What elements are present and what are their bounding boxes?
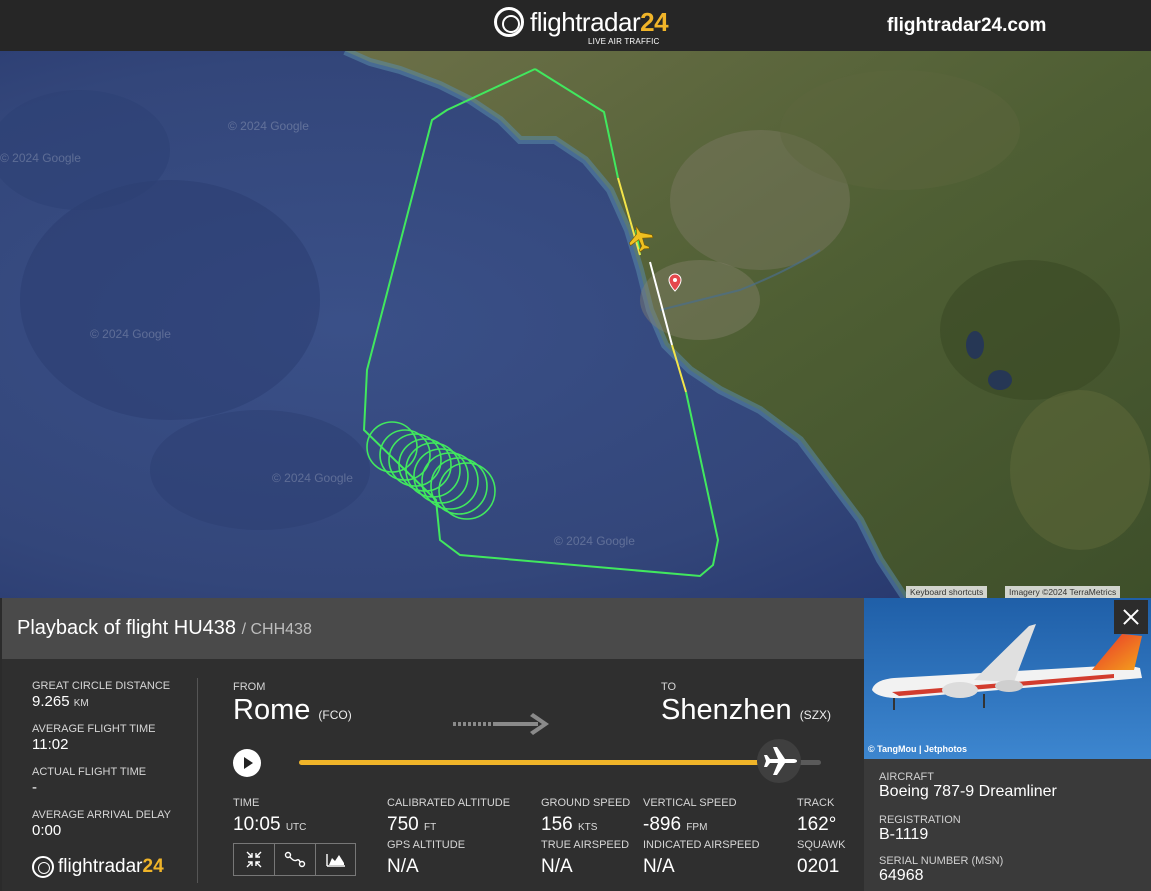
callsign: / CHH438: [241, 621, 312, 638]
footer-logo[interactable]: flightradar24: [32, 856, 164, 878]
logo-text: flightradar24: [530, 7, 669, 37]
site-url[interactable]: flightradar24.com: [887, 15, 1046, 37]
keyboard-shortcuts-link[interactable]: Keyboard shortcuts: [906, 586, 988, 598]
stat-distance: GREAT CIRCLE DISTANCE 9.265 KM: [32, 680, 171, 710]
aircraft-label: AIRCRAFT: [879, 771, 934, 783]
route-arrow-icon: [453, 713, 549, 735]
map-watermark: © 2024 Google: [554, 534, 635, 548]
aircraft-panel: © TangMou | Jetphotos AIRCRAFT Boeing 78…: [864, 598, 1151, 891]
map-watermark: © 2024 Google: [228, 119, 309, 133]
map-watermark: © 2024 Google: [272, 471, 353, 485]
track-label: TRACK: [797, 797, 835, 809]
indicated-airspeed-value: N/A: [643, 856, 675, 877]
squawk-value: 0201: [797, 856, 840, 877]
to-label: TO: [661, 681, 677, 693]
ground-speed-label: GROUND SPEED: [541, 797, 631, 809]
playback-progress: [299, 760, 779, 765]
map-view[interactable]: © 2024 Google © 2024 Google © 2024 Googl…: [0, 51, 1151, 598]
ground-speed-value: 156 KTS: [541, 814, 598, 835]
playback-slider[interactable]: [299, 760, 821, 765]
playback-title: Playback of flight HU438 / CHH438: [17, 617, 312, 639]
chart-icon: [326, 854, 345, 867]
serial-value: 64968: [879, 867, 924, 884]
play-button[interactable]: [233, 749, 261, 777]
stat-avg-arrival-delay: AVERAGE ARRIVAL DELAY 0:00: [32, 809, 171, 839]
top-bar: flightradar24 LIVE AIR TRAFFIC flightrad…: [0, 0, 1151, 51]
aircraft-value: Boeing 787-9 Dreamliner: [879, 783, 1057, 800]
time-value: 10:05 UTC: [233, 814, 307, 835]
imagery-attribution: Imagery ©2024 TerraMetrics: [1005, 586, 1121, 598]
squawk-label: SQUAWK: [797, 839, 846, 851]
indicated-airspeed-label: INDICATED AIRSPEED: [643, 839, 760, 851]
time-label: TIME: [233, 797, 260, 809]
aircraft-photo[interactable]: © TangMou | Jetphotos: [864, 598, 1151, 759]
altitude-chart-button[interactable]: [316, 844, 356, 875]
playback-handle[interactable]: [757, 739, 801, 783]
calibrated-altitude-label: CALIBRATED ALTITUDE: [387, 797, 511, 809]
close-button[interactable]: [1114, 600, 1148, 634]
track-value: 162°: [797, 814, 837, 835]
radar-icon: [32, 856, 54, 878]
logo-tagline: LIVE AIR TRAFFIC: [588, 37, 660, 46]
true-airspeed-value: N/A: [541, 856, 573, 877]
aircraft-image: [864, 598, 1151, 759]
photo-credit[interactable]: © TangMou | Jetphotos: [868, 744, 967, 754]
from-label: FROM: [233, 681, 266, 693]
map-watermark: © 2024 Google: [90, 327, 171, 341]
stat-actual-flight-time: ACTUAL FLIGHT TIME -: [32, 766, 147, 796]
destination-city: Shenzhen (SZX): [661, 694, 832, 726]
playback-panel: Playback of flight HU438 / CHH438 GREAT …: [2, 598, 864, 891]
divider: [197, 678, 198, 883]
origin-city: Rome (FCO): [233, 694, 352, 726]
registration-label: REGISTRATION: [879, 814, 961, 826]
playback-header: Playback of flight HU438 / CHH438: [2, 598, 864, 659]
map-watermark: © 2024 Google: [0, 151, 81, 165]
collapse-button[interactable]: [234, 844, 275, 875]
gps-altitude-value: N/A: [387, 856, 419, 877]
route-view-button[interactable]: [275, 844, 316, 875]
vertical-speed-label: VERTICAL SPEED: [643, 797, 737, 809]
radar-icon: [494, 7, 524, 37]
registration-value: B-1119: [879, 826, 929, 843]
airplane-icon: [764, 747, 797, 775]
serial-label: SERIAL NUMBER (MSN): [879, 855, 1004, 867]
true-airspeed-label: TRUE AIRSPEED: [541, 839, 630, 851]
route-icon: [284, 851, 306, 868]
gps-altitude-label: GPS ALTITUDE: [387, 839, 466, 851]
map-canvas: [0, 51, 1151, 598]
playback-tools: [233, 843, 356, 876]
stat-avg-flight-time: AVERAGE FLIGHT TIME 11:02: [32, 723, 156, 753]
collapse-icon: [246, 851, 262, 868]
vertical-speed-value: -896 FPM: [643, 814, 708, 835]
calibrated-altitude-value: 750 FT: [387, 814, 437, 835]
